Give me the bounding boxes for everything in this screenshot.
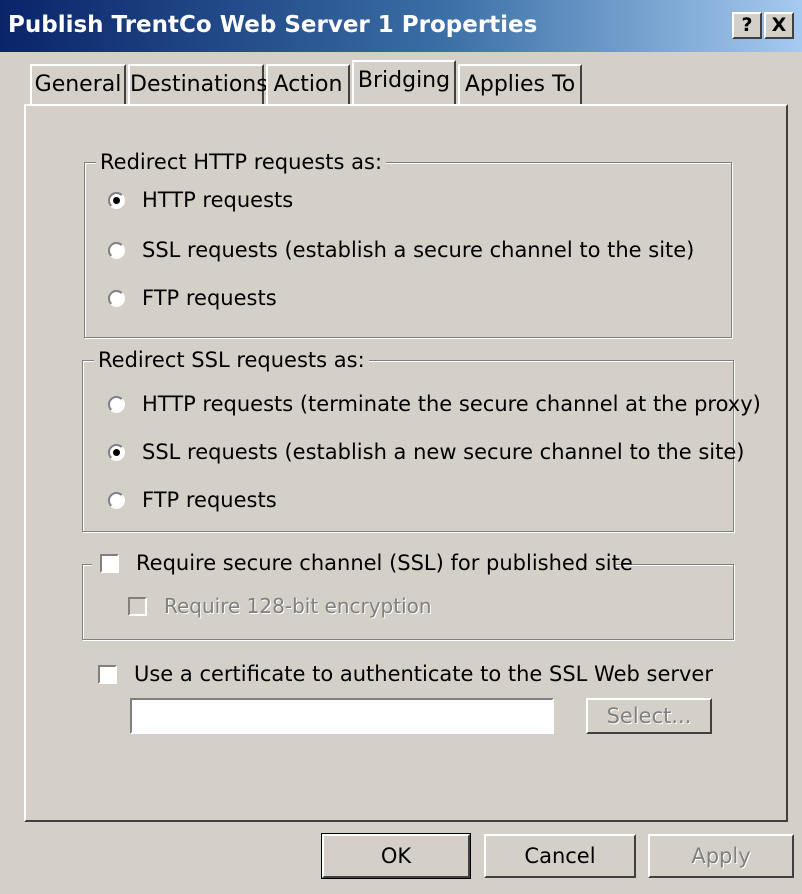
select-certificate-button[interactable]: Select... <box>586 698 712 734</box>
secure-channel-checkbox-row[interactable]: Require secure channel (SSL) for publish… <box>92 550 633 578</box>
ssl-option-ssl-label: SSL requests (establish a new secure cha… <box>142 440 745 464</box>
radio-button[interactable] <box>108 242 125 259</box>
http-option-http-label: HTTP requests <box>142 188 294 212</box>
radio-button[interactable] <box>108 396 125 413</box>
bridging-tab-panel: Redirect HTTP requests as: HTTP requests… <box>24 104 788 822</box>
tab-general[interactable]: General <box>30 64 126 104</box>
certificate-field[interactable] <box>130 698 554 734</box>
http-option-ftp-label: FTP requests <box>142 286 277 310</box>
tab-bridging[interactable]: Bridging <box>352 60 456 104</box>
encryption-128-label: Require 128-bit encryption <box>164 594 432 618</box>
close-button[interactable]: X <box>764 12 794 39</box>
secure-channel-label: Require secure channel (SSL) for publish… <box>136 551 633 575</box>
http-redirect-legend: Redirect HTTP requests as: <box>96 150 387 174</box>
ssl-option-ftp-label: FTP requests <box>142 488 277 512</box>
tab-action[interactable]: Action <box>266 64 350 104</box>
secure-channel-checkbox[interactable] <box>100 554 119 573</box>
title-bar[interactable]: Publish TrentCo Web Server 1 Properties … <box>0 0 802 52</box>
radio-button[interactable] <box>108 492 125 509</box>
tab-destinations[interactable]: Destinations <box>128 64 268 104</box>
tab-applies-to[interactable]: Applies To <box>458 64 582 104</box>
http-option-ssl-label: SSL requests (establish a secure channel… <box>142 238 695 262</box>
ssl-redirect-legend: Redirect SSL requests as: <box>94 348 369 372</box>
radio-button[interactable] <box>108 444 125 461</box>
properties-dialog: Publish TrentCo Web Server 1 Properties … <box>0 0 802 894</box>
apply-button[interactable]: Apply <box>648 834 794 878</box>
ssl-option-http-label: HTTP requests (terminate the secure chan… <box>142 392 761 416</box>
window-title: Publish TrentCo Web Server 1 Properties <box>8 12 538 38</box>
certificate-checkbox[interactable] <box>98 665 117 684</box>
encryption-128-checkbox[interactable] <box>128 597 147 616</box>
certificate-label: Use a certificate to authenticate to the… <box>134 662 713 686</box>
ok-button[interactable]: OK <box>321 833 471 879</box>
radio-button[interactable] <box>108 192 125 209</box>
cancel-button[interactable]: Cancel <box>484 834 636 878</box>
radio-button[interactable] <box>108 290 125 307</box>
help-button[interactable]: ? <box>732 12 762 39</box>
